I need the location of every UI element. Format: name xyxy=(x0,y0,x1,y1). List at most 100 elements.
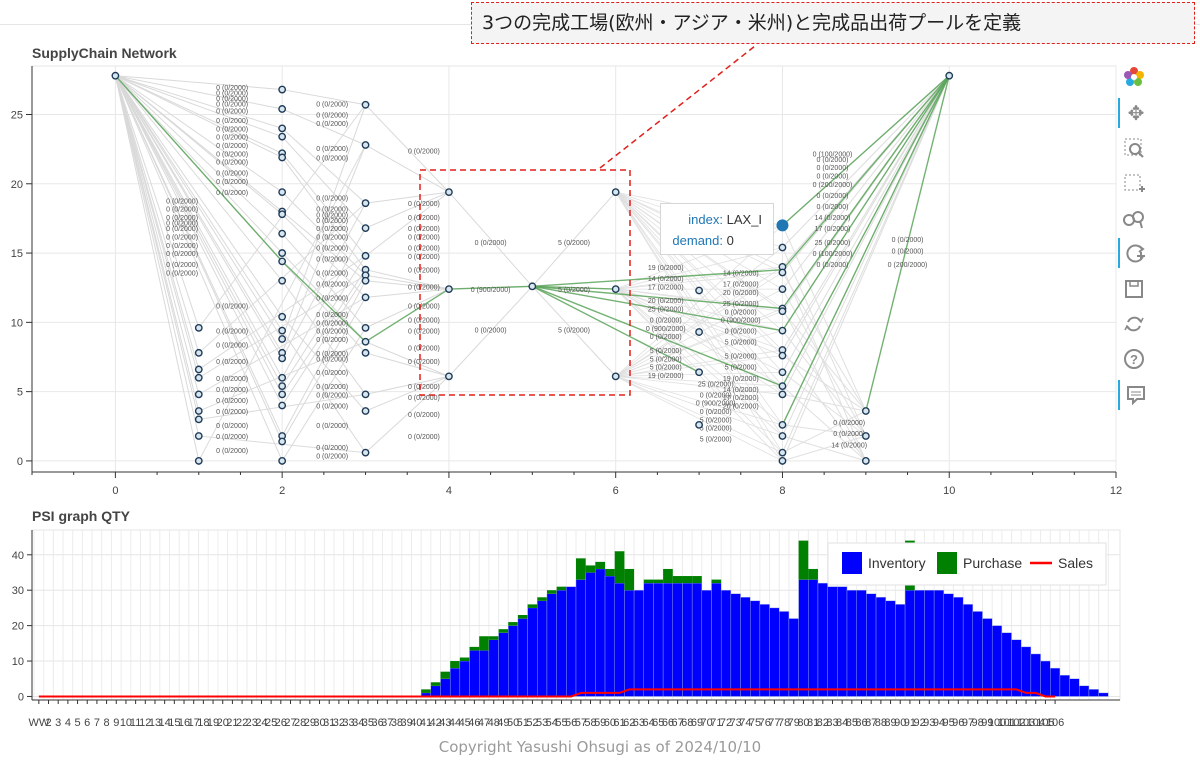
purchase-bar xyxy=(421,689,431,693)
inventory-bar xyxy=(624,590,635,697)
inventory-bar xyxy=(459,660,470,697)
copyright-notice: Copyright Yasushi Ohsugi as of 2024/10/1… xyxy=(438,738,762,756)
network-edge-label: 0 (0/2000) xyxy=(316,155,348,162)
network-edge-label: 0 (200/2000) xyxy=(888,262,928,269)
network-edge-label: 0 (0/2000) xyxy=(166,251,198,258)
inventory-bar xyxy=(895,604,906,697)
network-node xyxy=(278,210,287,219)
box-select-icon[interactable] xyxy=(1118,168,1150,198)
hover-tooltip: index: LAX_I demand: 0 xyxy=(660,203,774,255)
inventory-bar xyxy=(1021,646,1032,697)
network-edge-label: 0 (900/2000) xyxy=(646,326,686,333)
hover-icon[interactable] xyxy=(1118,380,1152,410)
box-zoom-icon[interactable] xyxy=(1118,133,1150,163)
network-edge-label: 5 (0/2000) xyxy=(558,240,590,247)
inventory-bar xyxy=(1088,689,1099,697)
inventory-bar xyxy=(508,625,519,697)
network-node xyxy=(361,448,370,457)
network-edge-label: 0 (0/2000) xyxy=(316,392,348,399)
network-edge-label: 5 (0/2000) xyxy=(725,340,757,347)
inventory-bar xyxy=(769,607,780,697)
psi-x-tick-label: 2 xyxy=(45,717,51,729)
network-edge-label: 0 (0/2000) xyxy=(817,165,849,172)
network-edge-label: 0 (0/2000) xyxy=(817,204,849,211)
network-node xyxy=(194,457,203,465)
network-node xyxy=(778,307,787,316)
inventory-bar xyxy=(943,593,954,697)
purchase-bar xyxy=(605,568,615,577)
help-icon[interactable]: ? xyxy=(1118,344,1150,374)
network-node xyxy=(778,382,787,390)
network-edge-label: 0 (0/2000) xyxy=(316,218,348,225)
network-edge-label: 0 (0/2000) xyxy=(892,237,924,244)
network-y-tick-label: 20 xyxy=(11,179,23,191)
network-edge-label: 0 (0/2000) xyxy=(700,409,732,416)
network-edge-label: 0 (0/2000) xyxy=(316,423,348,430)
inventory-bar xyxy=(633,590,644,697)
network-node xyxy=(278,382,287,390)
purchase-bar xyxy=(508,622,518,626)
network-edge-label: 0 (0/2000) xyxy=(216,434,248,441)
network-edge-label: 0 (0/2000) xyxy=(216,135,248,142)
network-edge-label: 0 (0/2000) xyxy=(166,226,198,233)
inventory-bar xyxy=(1030,653,1041,697)
reset-icon[interactable] xyxy=(1118,238,1152,268)
psi-x-tick-label: 3 xyxy=(55,717,61,729)
bokeh-logo-icon[interactable] xyxy=(1118,62,1150,92)
psi-x-tick-label: 6 xyxy=(84,717,90,729)
inventory-bar xyxy=(1079,685,1090,697)
network-edge-label: 0 (0/2000) xyxy=(216,190,248,197)
save-icon[interactable] xyxy=(1118,274,1150,304)
network-node xyxy=(695,368,703,377)
network-edge-label: 0 (0/2000) xyxy=(216,151,248,158)
network-edge-label: 0 (100/2000) xyxy=(813,251,853,258)
network-node xyxy=(445,372,453,381)
network-node xyxy=(778,457,787,465)
inventory-bar xyxy=(885,600,896,697)
network-node xyxy=(361,251,370,260)
inventory-bar xyxy=(837,586,848,697)
network-edge-label: 14 (0/2000) xyxy=(831,442,867,449)
network-edge-label: 0 (0/2000) xyxy=(216,143,248,150)
network-node-hovered xyxy=(776,219,789,232)
inventory-bar xyxy=(1069,678,1080,697)
network-edge-label: 14 (0/2000) xyxy=(648,276,684,283)
network-node xyxy=(194,390,203,399)
network-node xyxy=(611,372,620,381)
network-node xyxy=(361,293,370,302)
network-node xyxy=(278,326,287,335)
network-edge-label: 19 (0/2000) xyxy=(648,265,684,272)
network-edge-label: 0 (0/2000) xyxy=(316,234,348,241)
legend-inventory-swatch xyxy=(842,552,862,574)
psi-x-tick-label: 106 xyxy=(1046,717,1064,729)
refresh-icon[interactable] xyxy=(1118,309,1150,339)
network-edge-label: 0 (0/2000) xyxy=(216,171,248,178)
network-node xyxy=(695,286,703,295)
purchase-bar xyxy=(711,579,722,584)
network-edge-label: 0 (0/2000) xyxy=(408,318,440,325)
network-edge-label: 25 (0/2000) xyxy=(815,240,851,247)
inventory-bar xyxy=(517,618,528,697)
network-node xyxy=(278,124,287,133)
purchase-bar xyxy=(798,540,809,580)
network-edge-label: 0 (0/2000) xyxy=(316,453,348,460)
network-edge-label: 0 (0/2000) xyxy=(408,284,440,291)
wheel-zoom-icon[interactable] xyxy=(1118,204,1150,234)
network-edge-label: 0 (0/2000) xyxy=(216,108,248,115)
network-x-tick-label: 6 xyxy=(613,485,619,497)
network-x-tick-label: 4 xyxy=(446,485,452,497)
inventory-bar xyxy=(808,579,819,697)
network-edge-label: 25 (0/2000) xyxy=(698,381,734,388)
network-edge-label: 5 (0/2000) xyxy=(700,426,732,433)
psi-legend: Inventory Purchase Sales xyxy=(827,542,1107,586)
network-edge-label: 0 (0/2000) xyxy=(408,304,440,311)
purchase-bar xyxy=(692,576,702,584)
pan-icon[interactable]: ✥ xyxy=(1118,98,1152,128)
network-edge-label: 0 (0/2000) xyxy=(316,112,348,119)
network-node xyxy=(695,328,703,336)
network-edge-label: 0 (900/2000) xyxy=(696,401,736,408)
network-edge-label: 5 (0/2000) xyxy=(558,287,590,294)
charts-canvas[interactable]: 0 2 4 6 8 10 1205101520250 (0/2000)0 (0/2000)0… xyxy=(0,0,1200,770)
inventory-bar xyxy=(575,579,586,697)
network-node xyxy=(528,282,537,291)
